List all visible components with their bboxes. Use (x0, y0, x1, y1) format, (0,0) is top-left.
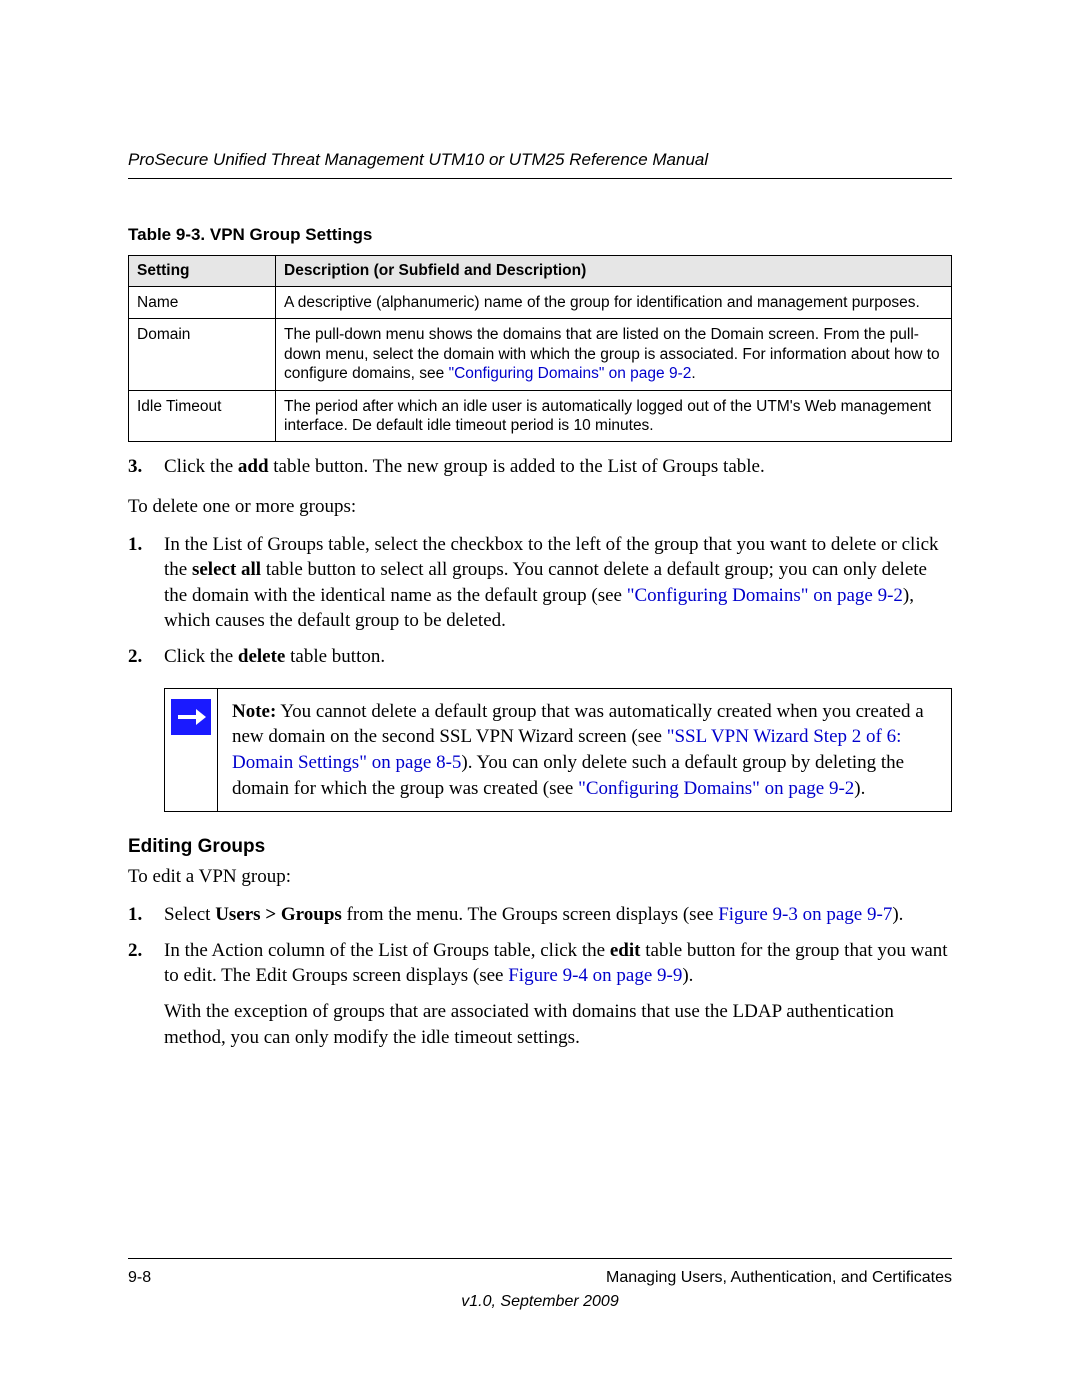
bold-text: delete (238, 646, 285, 667)
page-number: 9-8 (128, 1269, 151, 1287)
step-3: 3. Click the add table button. The new g… (128, 454, 952, 480)
text: Select (164, 904, 215, 925)
link-configuring-domains[interactable]: "Configuring Domains" on page 9-2 (449, 365, 692, 382)
setting-cell: Name (129, 287, 276, 319)
page-footer: 9-8 Managing Users, Authentication, and … (128, 1258, 952, 1311)
description-cell: The pull-down menu shows the domains tha… (276, 319, 952, 390)
step-number: 2. (128, 938, 142, 964)
text: table button. The new group is added to … (269, 456, 765, 477)
edit-intro: To edit a VPN group: (128, 864, 952, 890)
setting-cell: Idle Timeout (129, 390, 276, 442)
text: ). (892, 904, 903, 925)
add-steps-continued: 3. Click the add table button. The new g… (128, 454, 952, 480)
table-header-row: Setting Description (or Subfield and Des… (129, 256, 952, 287)
text: Click the (164, 646, 238, 667)
table-row: Domain The pull-down menu shows the doma… (129, 319, 952, 390)
bold-text: add (238, 456, 269, 477)
link-figure-9-3[interactable]: Figure 9-3 on page 9-7 (718, 904, 892, 925)
bold-text: select all (192, 559, 261, 580)
bold-text: edit (610, 940, 641, 961)
vpn-group-settings-table: Setting Description (or Subfield and Des… (128, 255, 952, 442)
text: . (691, 365, 695, 382)
edit-steps: 1. Select Users > Groups from the menu. … (128, 902, 952, 989)
note-box: Note: You cannot delete a default group … (164, 688, 952, 813)
text: Click the (164, 456, 238, 477)
link-figure-9-4[interactable]: Figure 9-4 on page 9-9 (508, 965, 682, 986)
table-row: Name A descriptive (alphanumeric) name o… (129, 287, 952, 319)
editing-groups-heading: Editing Groups (128, 836, 952, 858)
table-row: Idle Timeout The period after which an i… (129, 390, 952, 442)
text: ). (854, 778, 865, 799)
edit-step-2: 2. In the Action column of the List of G… (128, 938, 952, 989)
text: table button. (285, 646, 385, 667)
delete-step-1: 1. In the List of Groups table, select t… (128, 532, 952, 635)
running-header: ProSecure Unified Threat Management UTM1… (128, 150, 952, 179)
arrow-right-icon (171, 699, 211, 735)
note-label: Note: (232, 701, 276, 722)
chapter-title: Managing Users, Authentication, and Cert… (606, 1269, 952, 1287)
edit-paragraph: With the exception of groups that are as… (128, 999, 952, 1050)
delete-steps: 1. In the List of Groups table, select t… (128, 532, 952, 670)
bold-text: Users > Groups (215, 904, 342, 925)
version-date: v1.0, September 2009 (128, 1293, 952, 1311)
step-number: 3. (128, 454, 142, 480)
step-number: 2. (128, 644, 142, 670)
step-number: 1. (128, 532, 142, 558)
table-header-description: Description (or Subfield and Description… (276, 256, 952, 287)
setting-cell: Domain (129, 319, 276, 390)
text: In the Action column of the List of Grou… (164, 940, 610, 961)
table-caption: Table 9-3. VPN Group Settings (128, 225, 952, 245)
delete-intro: To delete one or more groups: (128, 494, 952, 520)
text: ). (682, 965, 693, 986)
edit-step-1: 1. Select Users > Groups from the menu. … (128, 902, 952, 928)
link-configuring-domains[interactable]: "Configuring Domains" on page 9-2 (578, 778, 854, 799)
note-content: Note: You cannot delete a default group … (218, 689, 951, 812)
delete-step-2: 2. Click the delete table button. (128, 644, 952, 670)
text: from the menu. The Groups screen display… (342, 904, 718, 925)
note-icon-cell (165, 689, 218, 812)
table-header-setting: Setting (129, 256, 276, 287)
link-configuring-domains[interactable]: "Configuring Domains" on page 9-2 (627, 585, 903, 606)
document-page: ProSecure Unified Threat Management UTM1… (0, 0, 1080, 1397)
step-number: 1. (128, 902, 142, 928)
description-cell: A descriptive (alphanumeric) name of the… (276, 287, 952, 319)
description-cell: The period after which an idle user is a… (276, 390, 952, 442)
